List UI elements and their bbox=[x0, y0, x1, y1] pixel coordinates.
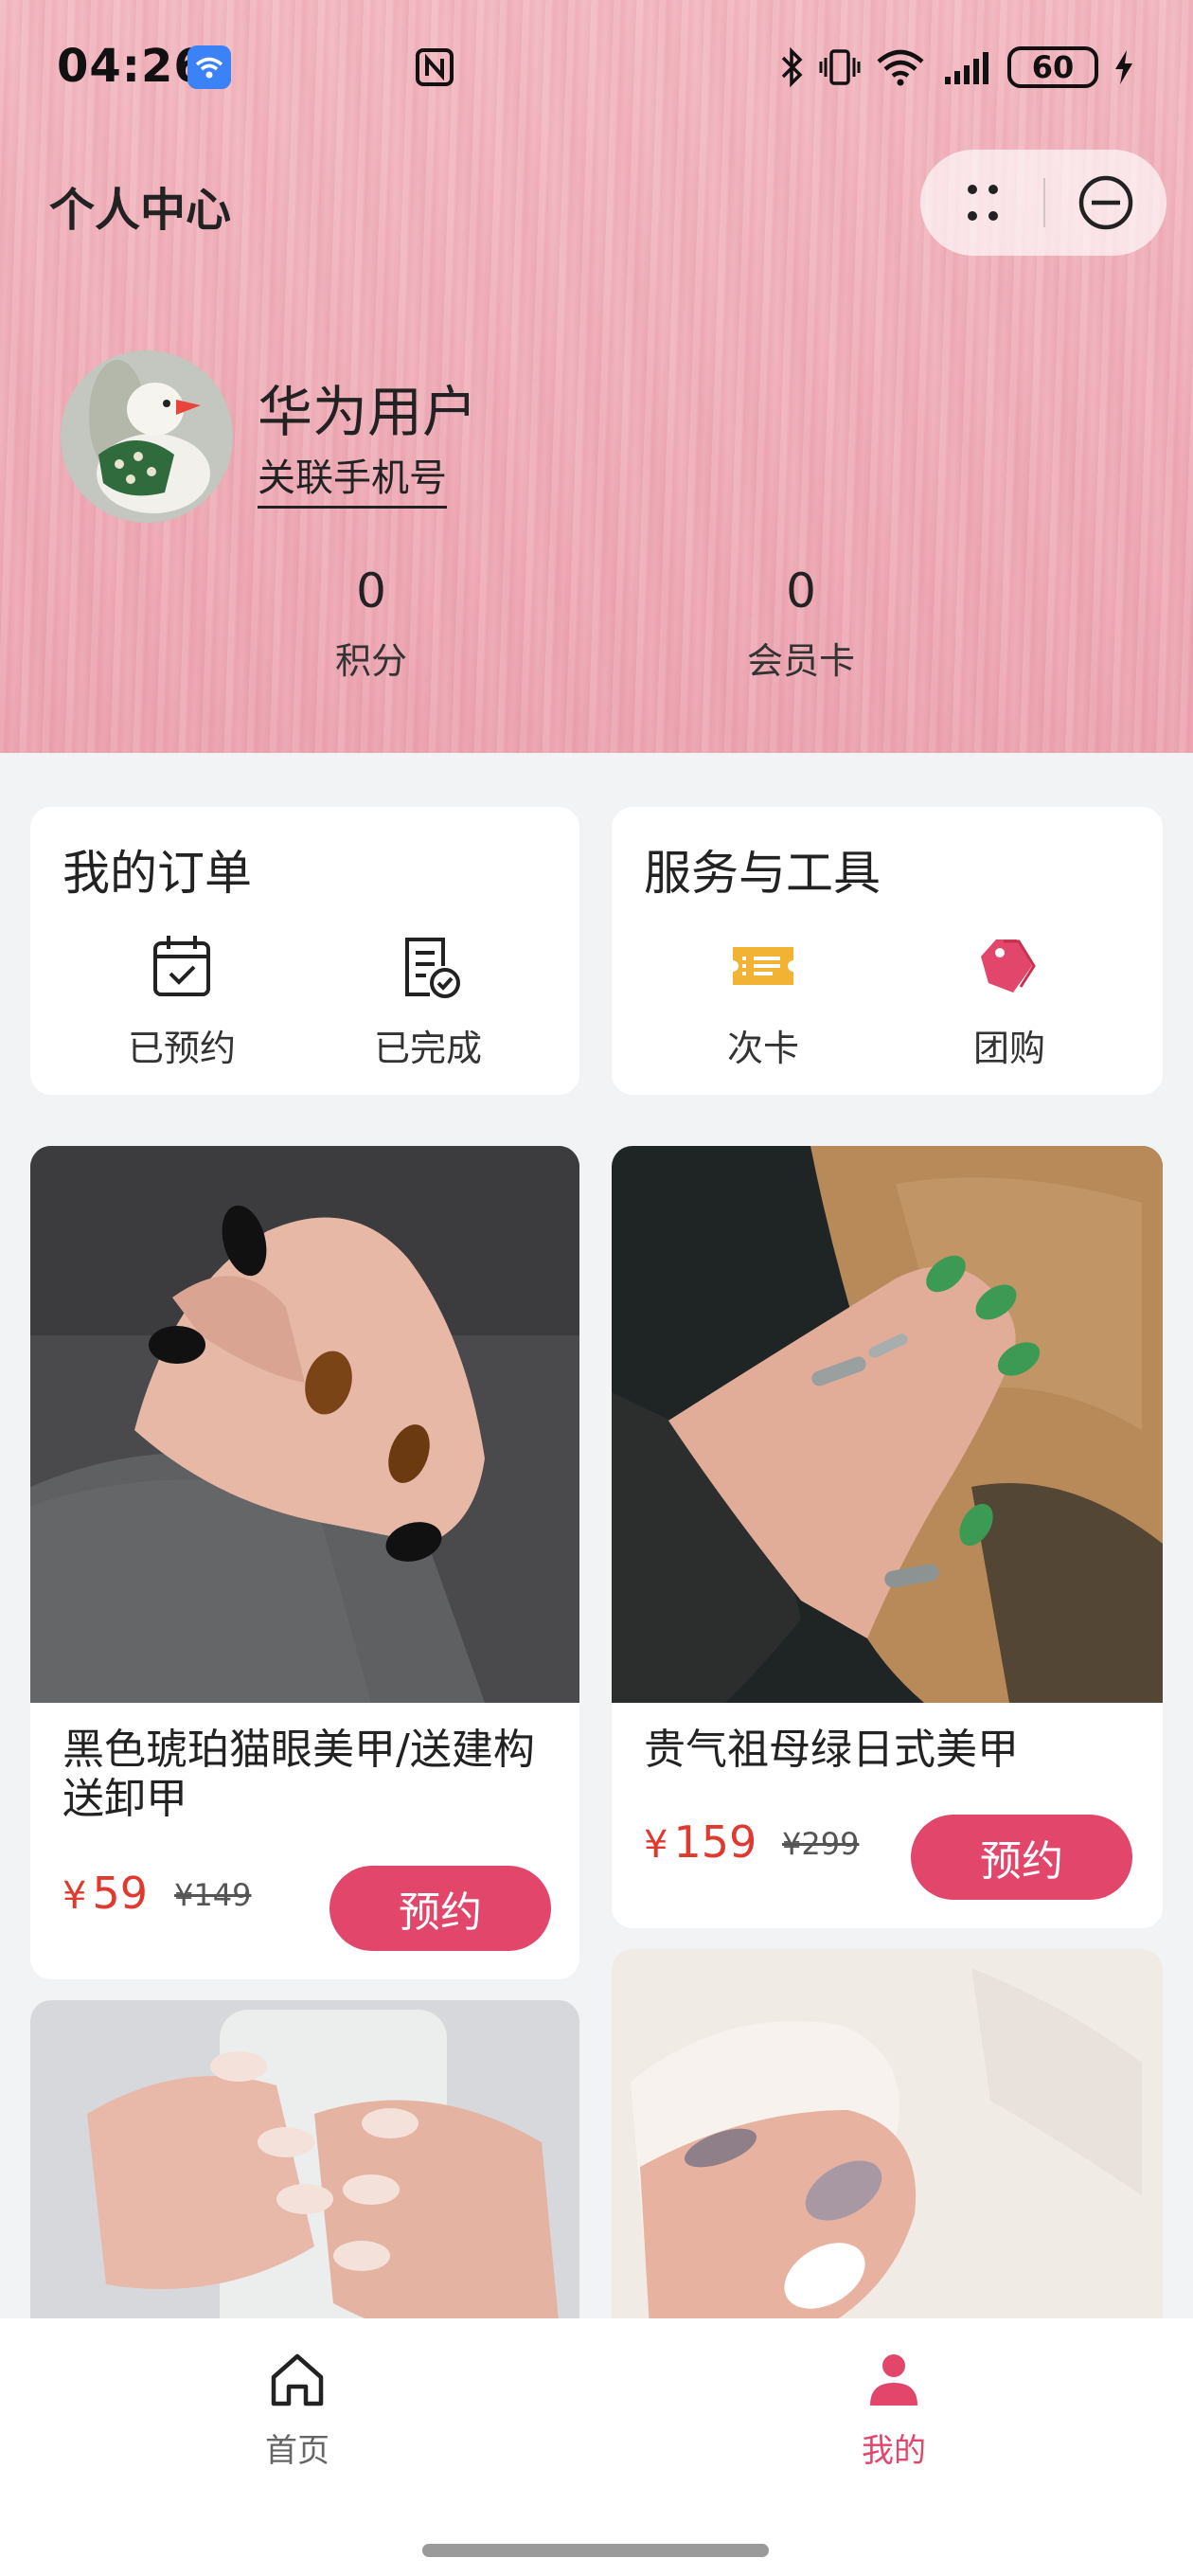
mini-program-capsule bbox=[920, 150, 1166, 256]
order-reserved[interactable]: 已预约 bbox=[78, 928, 286, 1071]
avatar[interactable] bbox=[61, 350, 233, 523]
service-punch-card[interactable]: 次卡 bbox=[659, 928, 867, 1071]
product-name: 贵气祖母绿日式美甲 bbox=[644, 1726, 1019, 1774]
nfc-icon bbox=[416, 48, 454, 86]
wifi-hotspot-icon bbox=[187, 45, 231, 89]
service-punch-card-label: 次卡 bbox=[726, 1028, 799, 1069]
product-card[interactable]: 黑色琥珀猫眼美甲/送建构送卸甲 ¥59 ¥149 预约 bbox=[30, 1146, 579, 1979]
service-group-buy-label: 团购 bbox=[972, 1028, 1045, 1069]
stat-points[interactable]: 0 积分 bbox=[229, 564, 513, 684]
home-icon bbox=[271, 2353, 324, 2406]
nav-mine[interactable]: 我的 bbox=[799, 2347, 988, 2471]
services-card: 服务与工具 次卡 团购 bbox=[612, 807, 1163, 1095]
bottom-nav: 首页 我的 bbox=[0, 2318, 1193, 2576]
battery-level: 60 bbox=[1031, 49, 1075, 85]
status-bar: 04:26 60 bbox=[0, 0, 1193, 133]
original-price: ¥149 bbox=[174, 1877, 252, 1913]
nav-home-label: 首页 bbox=[265, 2432, 329, 2470]
charging-icon bbox=[1115, 50, 1132, 84]
currency-symbol: ¥ bbox=[62, 1874, 87, 1918]
status-time: 04:26 bbox=[57, 40, 206, 93]
battery-indicator: 60 bbox=[1007, 46, 1098, 88]
close-button[interactable] bbox=[1045, 150, 1166, 256]
username: 华为用户 bbox=[258, 380, 478, 444]
book-button[interactable]: 预约 bbox=[911, 1815, 1132, 1900]
orders-card: 我的订单 已预约 已完成 bbox=[30, 807, 579, 1095]
service-group-buy[interactable]: 团购 bbox=[905, 928, 1113, 1071]
home-indicator[interactable] bbox=[422, 2544, 769, 2557]
points-value: 0 bbox=[356, 564, 386, 618]
more-button[interactable] bbox=[920, 150, 1043, 256]
more-dots-icon bbox=[968, 185, 998, 221]
product-image bbox=[612, 1949, 1163, 2379]
page-title: 个人中心 bbox=[49, 184, 232, 237]
ticket-icon bbox=[733, 947, 793, 985]
link-phone-link[interactable]: 关联手机号 bbox=[258, 447, 447, 509]
book-button[interactable]: 预约 bbox=[329, 1866, 551, 1951]
bluetooth-icon bbox=[781, 46, 803, 88]
nav-home[interactable]: 首页 bbox=[203, 2347, 392, 2471]
member-card-label: 会员卡 bbox=[746, 640, 855, 682]
calendar-check-icon bbox=[153, 936, 210, 996]
signal-icon bbox=[945, 52, 988, 84]
price-value: 59 bbox=[92, 1868, 148, 1919]
wifi-icon bbox=[877, 49, 924, 86]
member-card-value: 0 bbox=[786, 564, 816, 618]
product-card[interactable] bbox=[612, 1949, 1163, 2379]
tag-icon bbox=[981, 939, 1036, 993]
orders-title: 我的订单 bbox=[62, 846, 252, 901]
price-value: 159 bbox=[673, 1816, 757, 1868]
close-icon bbox=[1078, 175, 1133, 230]
order-completed[interactable]: 已完成 bbox=[324, 928, 532, 1071]
nav-mine-label: 我的 bbox=[862, 2432, 926, 2470]
stat-member-cards[interactable]: 0 会员卡 bbox=[659, 564, 943, 684]
services-title: 服务与工具 bbox=[644, 846, 881, 901]
product-image bbox=[30, 1146, 579, 1703]
product-card[interactable]: 贵气祖母绿日式美甲 ¥159 ¥299 预约 bbox=[612, 1146, 1163, 1928]
order-reserved-label: 已预约 bbox=[127, 1028, 236, 1069]
product-price: ¥159 bbox=[644, 1816, 757, 1868]
product-name: 黑色琥珀猫眼美甲/送建构送卸甲 bbox=[62, 1726, 535, 1823]
currency-symbol: ¥ bbox=[644, 1823, 668, 1867]
person-icon bbox=[870, 2354, 917, 2406]
product-price: ¥59 bbox=[62, 1868, 148, 1919]
points-label: 积分 bbox=[334, 640, 407, 682]
original-price: ¥299 bbox=[782, 1826, 860, 1862]
product-image bbox=[612, 1146, 1163, 1703]
order-completed-label: 已完成 bbox=[373, 1028, 482, 1069]
document-check-icon bbox=[405, 938, 460, 998]
vibrate-icon bbox=[819, 49, 861, 85]
